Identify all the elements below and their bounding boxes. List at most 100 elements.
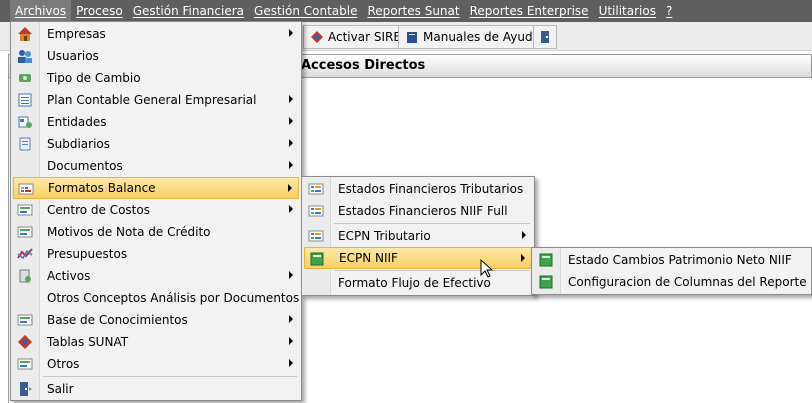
menu-gestion-contable[interactable]: Gestión Contable — [249, 0, 362, 22]
grid-icon — [308, 205, 324, 217]
manuales-ayuda-label: Manuales de Ayuda — [423, 30, 540, 44]
menu-separator — [334, 270, 530, 271]
menu-item-centro-de-costos[interactable]: Centro de Costos — [13, 199, 299, 221]
menu-item-plan-contable-general-empresarial[interactable]: Plan Contable General Empresarial — [13, 89, 299, 111]
menu-item-label: Configuracion de Columnas del Reporte — [568, 275, 807, 289]
menu-item-label: Plan Contable General Empresarial — [47, 93, 257, 107]
formatos-balance-submenu: Estados Financieros Tributarios Estados F… — [301, 176, 535, 296]
subdiary-icon — [19, 137, 31, 151]
menu-item-label: Formatos Balance — [48, 181, 156, 195]
balance-icon — [18, 183, 34, 195]
house-icon — [18, 27, 32, 41]
sire-icon — [311, 31, 323, 43]
activar-sire-label: Activar SIRE — [328, 30, 401, 44]
chevron-right-icon — [289, 359, 293, 367]
menu-item-label: Empresas — [47, 27, 106, 41]
exit-toolbar-button[interactable] — [533, 25, 557, 49]
menu-item-base-de-conocimientos[interactable]: Base de Conocimientos — [13, 309, 299, 331]
archivos-menu: Empresas Usuarios Tipo de Cambio Plan Conta… — [10, 21, 302, 401]
assets-icon — [19, 269, 31, 283]
menu-item-subdiarios[interactable]: Subdiarios — [13, 133, 299, 155]
chevron-right-icon — [289, 95, 293, 103]
mouse-cursor-icon — [480, 259, 494, 278]
ecpn-niif-submenu: Estado Cambios Patrimonio Neto NIIF Confi… — [531, 247, 812, 295]
menu-item-label: Activos — [47, 269, 91, 283]
menu-item-label: Subdiarios — [47, 137, 111, 151]
menu-item-entidades[interactable]: Entidades — [13, 111, 299, 133]
menu-item-formato-flujo-de-efectivo[interactable]: Formato Flujo de Efectivo — [304, 272, 532, 294]
menu-separator — [334, 223, 530, 224]
menu-item-presupuestos[interactable]: Presupuestos — [13, 243, 299, 265]
menu-item-ecpn-tributario[interactable]: ECPN Tributario — [304, 225, 532, 247]
form-icon — [17, 358, 33, 370]
chevron-right-icon — [289, 205, 293, 213]
menu-item-label: Base de Conocimientos — [47, 313, 188, 327]
chevron-right-icon — [289, 315, 293, 323]
menu-item-motivos-de-nota-de-credito[interactable]: Motivos de Nota de Crédito — [13, 221, 299, 243]
menu-item-label: Estados Financieros NIIF Full — [338, 204, 508, 218]
menu-item-activos[interactable]: Activos — [13, 265, 299, 287]
users-icon — [18, 50, 32, 63]
menu-archivos[interactable]: Archivos — [10, 0, 72, 22]
chevron-right-icon — [289, 139, 293, 147]
menu-item-label: ECPN NIIF — [339, 251, 398, 265]
menu-reportes-sunat[interactable]: Reportes Sunat — [362, 0, 464, 22]
menu-item-estado-cambios-patrimonio-neto-niif[interactable]: Estado Cambios Patrimonio Neto NIIF — [534, 249, 809, 271]
chevron-right-icon — [289, 117, 293, 125]
exit-icon — [20, 382, 32, 396]
door-icon — [541, 31, 549, 43]
menu-separator — [43, 376, 297, 377]
menu-item-label: Estados Financieros Tributarios — [338, 182, 524, 196]
menu-item-formatos-balance[interactable]: Formatos Balance — [13, 177, 299, 199]
menu-item-otros-conceptos-analisis-por-documentos[interactable]: Otros Conceptos Análisis por Documentos — [13, 287, 299, 309]
menu-item-estados-financieros-niif-full[interactable]: Estados Financieros NIIF Full — [304, 200, 532, 222]
menu-item-label: Otros — [47, 357, 80, 371]
menu-bar: Archivos Proceso Gestión Financiera Gest… — [0, 0, 812, 22]
menu-item-label: Tipo de Cambio — [47, 71, 141, 85]
menu-item-label: Formato Flujo de Efectivo — [338, 276, 491, 290]
menu-item-label: Otros Conceptos Análisis por Documentos — [47, 291, 300, 305]
book-icon — [407, 32, 417, 43]
chevron-right-icon — [289, 161, 293, 169]
menu-item-label: Centro de Costos — [47, 203, 150, 217]
menu-proceso[interactable]: Proceso — [71, 0, 128, 22]
form-icon — [17, 204, 33, 216]
menu-item-documentos[interactable]: Documentos — [13, 155, 299, 177]
menu-item-label: Presupuestos — [47, 247, 128, 261]
menu-help[interactable]: ? — [661, 0, 677, 22]
form-icon — [17, 226, 33, 238]
chevron-right-icon — [289, 337, 293, 345]
chevron-right-icon — [288, 184, 292, 192]
menu-item-label: Motivos de Nota de Crédito — [47, 225, 211, 239]
menu-item-otros[interactable]: Otros — [13, 353, 299, 375]
form-icon — [17, 314, 33, 326]
chart-icon — [17, 248, 33, 260]
panel-title: Accesos Directos — [301, 58, 426, 73]
menu-item-tablas-sunat[interactable]: Tablas SUNAT — [13, 331, 299, 353]
menu-item-label: ECPN Tributario — [338, 229, 431, 243]
menu-reportes-enterprise[interactable]: Reportes Enterprise — [465, 0, 594, 22]
menu-item-label: Tablas SUNAT — [47, 335, 129, 349]
sunat-icon — [18, 335, 32, 349]
menu-item-tipo-de-cambio[interactable]: Tipo de Cambio — [13, 67, 299, 89]
menu-utilitarios[interactable]: Utilitarios — [594, 0, 661, 22]
menu-item-configuracion-de-columnas-del-reporte[interactable]: Configuracion de Columnas del Reporte — [534, 271, 809, 293]
menu-item-label: Salir — [47, 382, 74, 396]
grid-icon — [308, 230, 324, 242]
exchange-icon — [19, 74, 31, 82]
green-doc-icon — [310, 252, 324, 266]
chevron-right-icon — [289, 271, 293, 279]
green-doc-icon — [539, 253, 553, 267]
menu-item-empresas[interactable]: Empresas — [13, 23, 299, 45]
manuales-ayuda-button[interactable]: Manuales de Ayuda — [398, 25, 547, 49]
grid-icon — [308, 183, 324, 195]
activar-sire-button[interactable]: Activar SIRE — [303, 25, 408, 49]
menu-item-ecpn-niif[interactable]: ECPN NIIF — [304, 247, 532, 269]
menu-item-label: Estado Cambios Patrimonio Neto NIIF — [568, 253, 792, 267]
menu-gestion-financiera[interactable]: Gestión Financiera — [128, 0, 249, 22]
menu-item-label: Documentos — [47, 159, 123, 173]
menu-item-estados-financieros-tributarios[interactable]: Estados Financieros Tributarios — [304, 178, 532, 200]
menu-item-usuarios[interactable]: Usuarios — [13, 45, 299, 67]
menu-item-label: Entidades — [47, 115, 107, 129]
menu-item-salir[interactable]: Salir — [13, 378, 299, 400]
